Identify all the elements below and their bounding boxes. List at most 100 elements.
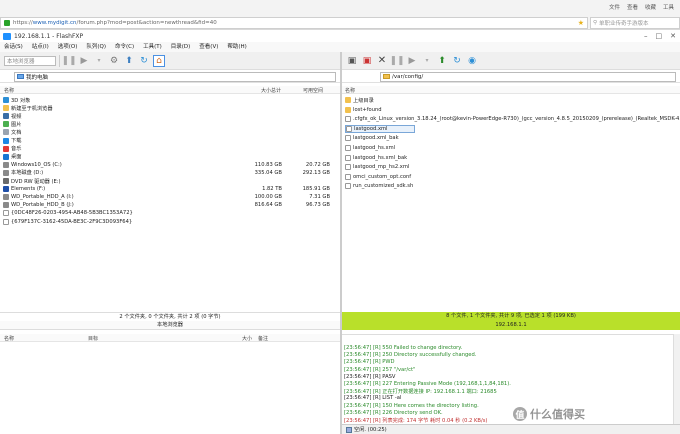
video-icon — [3, 113, 9, 120]
left-file-row[interactable]: 下载 — [3, 137, 21, 145]
local-browser-button[interactable]: 本地浏览器 — [4, 55, 56, 66]
left-file-row[interactable]: 图片 — [3, 120, 21, 128]
remote-file-row[interactable]: run_customized_sdk.sh — [345, 182, 413, 190]
file-name: 桌面 — [11, 154, 22, 161]
abort-icon[interactable]: ✕ — [376, 55, 388, 67]
pause-icon[interactable]: ❚❚ — [389, 55, 404, 67]
up-folder-icon[interactable]: ⬆ — [123, 55, 135, 67]
refresh-icon[interactable]: ↻ — [138, 55, 150, 67]
browser-menu-view[interactable]: 查看 — [627, 3, 638, 11]
remote-file-row[interactable]: 上级目录 — [345, 96, 374, 104]
menu-commands[interactable]: 命令(C) — [115, 42, 134, 52]
folder-3d-icon — [3, 97, 9, 103]
queue-column-remark[interactable]: 备注 — [258, 335, 268, 342]
browser-menu-file[interactable]: 文件 — [609, 3, 620, 11]
file-name: 图片 — [11, 121, 22, 128]
menu-help[interactable]: 帮助(H) — [227, 42, 246, 52]
left-file-row[interactable]: 3D 对象 — [3, 96, 30, 104]
left-file-row[interactable]: 本地磁盘 (D:) — [3, 169, 43, 177]
left-file-row[interactable]: {679F137C-3162-45DA-BE3C-2F9C3D093F64} — [3, 218, 132, 226]
column-size[interactable]: 大小总计 — [261, 87, 281, 94]
menu-view[interactable]: 查看(V) — [199, 42, 218, 52]
file-size: 335.04 GB — [254, 169, 282, 176]
left-file-row[interactable]: 视频 — [3, 112, 21, 120]
remote-file-row[interactable]: lastgood_mp_hs2.xml — [345, 163, 409, 171]
remote-file-row[interactable]: lastgood_hs.xml_bak — [345, 154, 407, 162]
file-icon — [345, 135, 351, 142]
address-bar[interactable]: https://www.mydigit.cn/forum.php?mod=pos… — [0, 17, 588, 29]
queue-column-size[interactable]: 大小 — [242, 335, 252, 342]
picture-icon — [3, 121, 9, 128]
log-scrollbar[interactable] — [673, 334, 680, 424]
watermark-badge-icon: 值 — [513, 407, 527, 421]
browser-search-input[interactable]: ⚲ 单职业传奇手游版本 — [590, 17, 680, 29]
remote-file-row[interactable]: lastgood.xml — [345, 124, 415, 133]
log-line: [23:56:47] [R] 227 Entering Passive Mode… — [344, 381, 511, 387]
file-icon — [345, 183, 351, 190]
browser-menu-tools[interactable]: 工具 — [663, 3, 674, 11]
left-file-row[interactable]: Windows10_OS (C:) — [3, 161, 62, 169]
log-line: [23:56:47] [R] PASV — [344, 373, 396, 380]
menu-queue[interactable]: 队列(Q) — [86, 42, 106, 52]
menu-directory[interactable]: 目录(D) — [171, 42, 191, 52]
transfer-play-icon[interactable]: ▶ — [78, 55, 90, 67]
separator — [59, 54, 60, 67]
left-file-row[interactable]: 新建至于机浏览器 — [3, 104, 53, 112]
left-file-row[interactable]: 文档 — [3, 128, 21, 136]
connect-icon[interactable]: ⚙ — [108, 55, 120, 67]
transfer-play-icon[interactable]: ▶ — [406, 55, 418, 67]
queue-header: 名称 目标 大小 备注 — [0, 334, 340, 342]
music-icon — [3, 145, 9, 152]
left-file-row[interactable]: WD_Portable_HDD_A (I:) — [3, 193, 74, 201]
minimize-icon[interactable]: – — [644, 32, 648, 40]
left-file-row[interactable]: WD_Portable_HDD_B (J:) — [3, 201, 74, 209]
log-line: [23:56:47] [R] PWD — [344, 359, 395, 366]
watermark-text: 什么值得买 — [530, 408, 585, 421]
file-icon — [345, 154, 351, 161]
close-icon[interactable]: ✕ — [670, 32, 676, 40]
maximize-icon[interactable]: □ — [656, 32, 663, 40]
up-folder-icon[interactable]: ⬆ — [436, 55, 448, 67]
column-name[interactable]: 名称 — [345, 87, 355, 94]
column-free[interactable]: 可用空间 — [303, 87, 323, 94]
free-space: 185.91 GB — [302, 186, 330, 193]
remote-file-row[interactable]: lost+found — [345, 106, 382, 114]
refresh-icon[interactable]: ↻ — [451, 55, 463, 67]
remote-file-row[interactable]: lastgood.xml_bak — [345, 134, 399, 142]
flashfxp-app-icon — [3, 33, 11, 40]
queue-column-target[interactable]: 目标 — [88, 335, 98, 342]
dropdown-arrow-icon[interactable]: ▾ — [93, 55, 105, 67]
pause-icon[interactable]: ❚❚ — [61, 55, 76, 67]
right-status: 8 个文件, 1 个文件夹, 共计 9 项, 已选定 1 项 (199 KB) — [342, 312, 680, 321]
globe-icon[interactable]: ◉ — [466, 55, 478, 67]
menu-options[interactable]: 选项(O) — [58, 42, 78, 52]
connect-site-icon[interactable]: ▣ — [346, 55, 358, 67]
right-toolbar: ▣ ▣ ✕ ❚❚ ▶ ▾ ⬆ ↻ ◉ — [342, 52, 680, 70]
drive-icon — [3, 202, 9, 209]
remote-file-row[interactable]: lastgood_hs.xml — [345, 144, 395, 152]
menu-session[interactable]: 会话(S) — [4, 42, 23, 52]
browser-menu-favorites[interactable]: 收藏 — [645, 3, 656, 11]
left-file-row[interactable]: DVD RW 驱动器 (E:) — [3, 177, 61, 185]
menu-tools[interactable]: 工具(T) — [143, 42, 162, 52]
remote-file-row[interactable]: .cfgfx_ok_Linux_version_3.18.24_(root@ke… — [345, 115, 680, 123]
log-line: [23:56:47] [R] 列表完成: 174 字节 耗时 0.04 秒 (0… — [344, 418, 488, 424]
left-file-row[interactable]: Elements (F:) — [3, 185, 45, 193]
file-name: lost+found — [353, 106, 382, 113]
column-name[interactable]: 名称 — [4, 87, 14, 94]
dropdown-arrow-icon[interactable]: ▾ — [421, 55, 433, 67]
file-size: 110.83 GB — [254, 161, 282, 168]
left-file-row[interactable]: {0DC48F26-0203-4954-AB48-5B3BC1353A72} — [3, 209, 133, 217]
home-icon[interactable]: ⌂ — [153, 54, 165, 67]
left-file-row[interactable]: 音乐 — [3, 145, 21, 153]
queue-column-name[interactable]: 名称 — [4, 335, 14, 342]
right-path-combo[interactable]: /var/config/ — [380, 71, 676, 82]
left-path-combo[interactable]: 我的电脑 — [14, 71, 336, 82]
favorite-star-icon[interactable]: ★ — [578, 19, 584, 27]
disconnect-site-icon[interactable]: ▣ — [361, 55, 373, 67]
right-list-header: 名称 — [342, 86, 680, 94]
left-file-row[interactable]: 桌面 — [3, 153, 21, 161]
file-name: run_customized_sdk.sh — [353, 183, 414, 190]
remote-file-row[interactable]: omci_custom_opt.conf — [345, 173, 411, 181]
menu-sites[interactable]: 站点(I) — [32, 42, 49, 52]
